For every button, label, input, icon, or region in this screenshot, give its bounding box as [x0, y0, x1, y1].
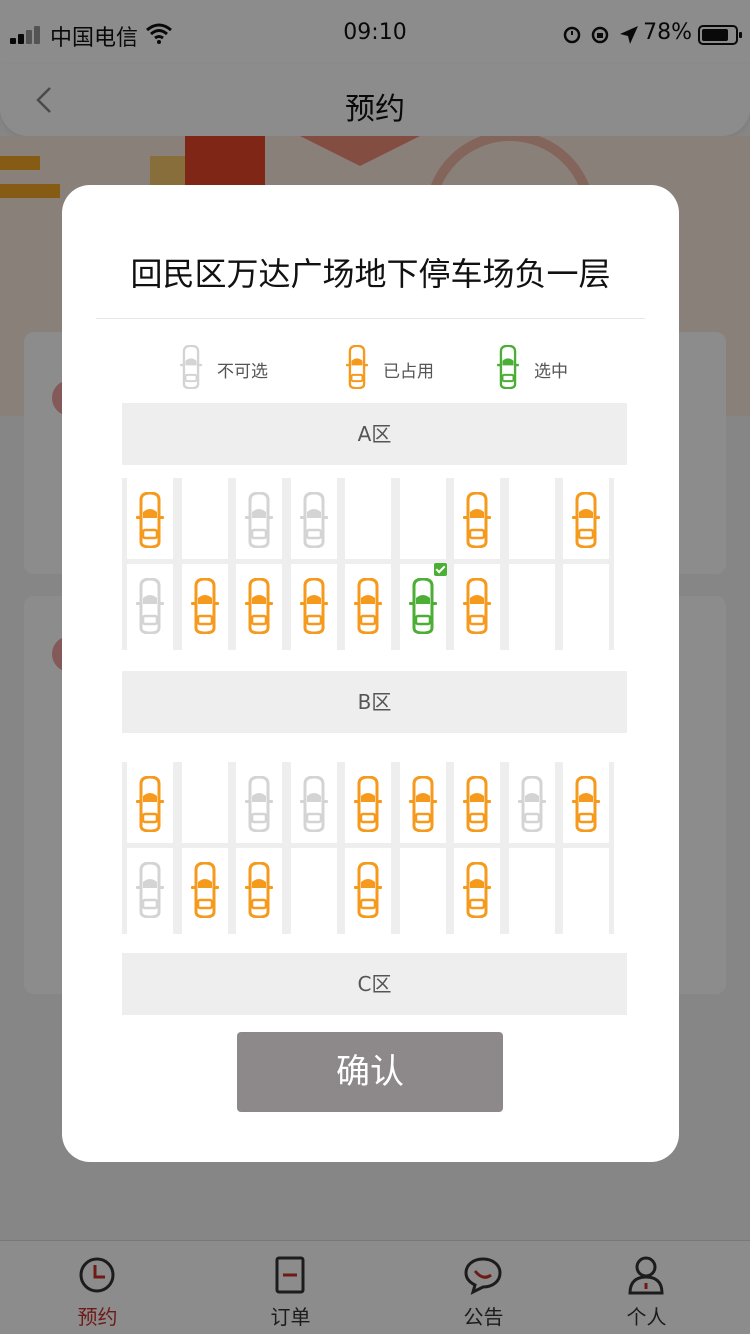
parking-slot[interactable]: [558, 564, 614, 650]
parking-slot[interactable]: [176, 762, 233, 848]
parking-slot[interactable]: [122, 564, 178, 650]
car-icon: [463, 776, 491, 832]
car-icon: [245, 862, 273, 918]
parking-slot[interactable]: [176, 848, 233, 934]
car-icon: [497, 345, 519, 389]
legend-label: 已占用: [383, 362, 434, 382]
car-icon: [354, 862, 382, 918]
car-icon: [408, 578, 437, 634]
zone-b-lot: [122, 762, 627, 934]
parking-slot[interactable]: [558, 848, 614, 934]
parking-slot[interactable]: [558, 762, 614, 848]
parking-slot[interactable]: [449, 478, 505, 564]
parking-slot[interactable]: [503, 564, 560, 650]
car-icon: [572, 776, 600, 832]
parking-slot[interactable]: [503, 762, 560, 848]
car-icon: [299, 492, 328, 548]
parking-slot[interactable]: [285, 762, 342, 848]
parking-slot[interactable]: [394, 478, 451, 564]
parking-slot[interactable]: [122, 762, 178, 848]
parking-slot[interactable]: [449, 848, 505, 934]
car-icon: [180, 345, 202, 389]
legend-label: 选中: [534, 362, 568, 382]
car-icon: [245, 776, 273, 832]
parking-slot[interactable]: [340, 478, 396, 564]
car-icon: [354, 776, 382, 832]
car-icon: [517, 776, 546, 832]
car-icon: [136, 776, 164, 832]
car-icon: [354, 578, 382, 634]
parking-slot[interactable]: [285, 848, 342, 934]
car-icon: [190, 862, 219, 918]
parking-slot[interactable]: [340, 564, 396, 650]
parking-slot[interactable]: [176, 478, 233, 564]
parking-slot[interactable]: [285, 478, 342, 564]
divider: [96, 318, 645, 319]
parking-slot[interactable]: [449, 762, 505, 848]
parking-slot[interactable]: [340, 762, 396, 848]
car-icon: [136, 578, 164, 634]
car-icon: [572, 492, 600, 548]
zone-header-b: B区: [122, 671, 627, 733]
parking-slot[interactable]: [394, 848, 451, 934]
parking-slot[interactable]: [558, 478, 614, 564]
parking-slot[interactable]: [231, 478, 287, 564]
car-icon: [463, 492, 491, 548]
legend-label: 不可选: [217, 362, 268, 382]
car-icon: [346, 345, 368, 389]
confirm-button[interactable]: 确认: [237, 1032, 503, 1112]
car-icon: [463, 578, 491, 634]
parking-slot[interactable]: [231, 762, 287, 848]
zone-header-c: C区: [122, 953, 627, 1015]
parking-slot[interactable]: [285, 564, 342, 650]
parking-lot-title: 回民区万达广场地下停车场负一层: [130, 255, 611, 293]
car-icon: [136, 862, 164, 918]
parking-slot[interactable]: [394, 563, 451, 650]
parking-slot[interactable]: [231, 848, 287, 934]
parking-slot[interactable]: [231, 564, 287, 650]
parking-slot[interactable]: [394, 762, 451, 848]
parking-slot[interactable]: [176, 564, 233, 650]
zone-a-lot: [122, 478, 627, 650]
parking-slot[interactable]: [122, 848, 178, 934]
car-icon: [408, 776, 437, 832]
car-icon: [463, 862, 491, 918]
parking-slot[interactable]: [503, 478, 560, 564]
parking-slot[interactable]: [503, 848, 560, 934]
car-icon: [299, 578, 328, 634]
parking-slot[interactable]: [449, 564, 505, 650]
car-icon: [245, 492, 273, 548]
parking-spot-dialog: 回民区万达广场地下停车场负一层 不可选 已占用 选中 A区 B区 C区 确认: [62, 185, 679, 1162]
car-icon: [299, 776, 328, 832]
car-icon: [245, 578, 273, 634]
parking-slot[interactable]: [340, 848, 396, 934]
check-icon: [433, 563, 447, 576]
parking-slot[interactable]: [122, 478, 178, 564]
car-icon: [136, 492, 164, 548]
car-icon: [190, 578, 219, 634]
zone-header-a: A区: [122, 403, 627, 465]
